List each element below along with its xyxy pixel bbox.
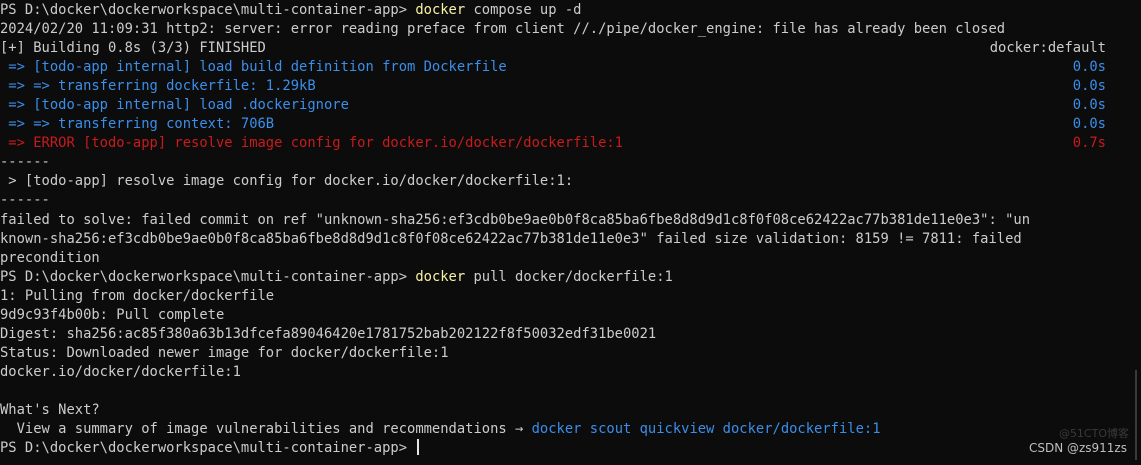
build-step: => [todo-app internal] load .dockerignor… — [0, 97, 349, 114]
build-error-line: => ERROR [todo-app] resolve image config… — [0, 134, 1141, 153]
command-args: compose up -d — [465, 2, 582, 18]
build-error-time: 0.7s — [1072, 135, 1106, 152]
command-name: docker — [415, 268, 466, 285]
text-cursor — [417, 439, 420, 456]
separator-line: ------ — [0, 192, 50, 209]
build-step-line: => [todo-app internal] load .dockerignor… — [0, 96, 1141, 115]
scrollbar[interactable] — [1135, 370, 1137, 460]
terminal-line: docker.io/docker/dockerfile:1 — [0, 363, 241, 380]
terminal-line: 9d9c93f4b00b: Pull complete — [0, 306, 225, 323]
terminal-window[interactable]: PS D:\docker\dockerworkspace\multi-conta… — [0, 0, 1141, 465]
terminal-line: PS D:\docker\dockerworkspace\multi-conta… — [0, 439, 1141, 458]
error-message-line: precondition — [0, 249, 100, 266]
build-step-time: 0.0s — [1072, 59, 1106, 76]
build-step: => => transferring context: 706B — [0, 116, 275, 133]
scout-command-link[interactable]: docker scout quickview docker/dockerfile… — [532, 421, 881, 437]
builder-name: docker:default — [989, 40, 1106, 57]
whats-next-heading: What's Next? — [0, 401, 100, 418]
terminal-line: 2024/02/20 11:09:31 http2: server: error… — [0, 21, 1006, 38]
terminal-line: 1: Pulling from docker/dockerfile — [0, 287, 275, 304]
command-args: pull docker/dockerfile:1 — [465, 268, 673, 285]
error-message-line: failed to solve: failed commit on ref "u… — [0, 211, 1030, 228]
terminal-line: > [todo-app] resolve image config for do… — [0, 173, 574, 190]
separator-line: ------ — [0, 154, 50, 171]
build-status: [+] Building 0.8s (3/3) FINISHED — [0, 40, 266, 57]
build-step-time: 0.0s — [1072, 97, 1106, 114]
terminal-line: View a summary of image vulnerabilities … — [0, 420, 1141, 439]
build-step-time: 0.0s — [1072, 78, 1106, 95]
terminal-line: Digest: sha256:ac85f380a63b13dfcefa89046… — [0, 325, 657, 342]
build-step-line: => => transferring context: 706B 0.0s — [0, 115, 1141, 134]
shell-prompt: PS D:\docker\dockerworkspace\multi-conta… — [0, 440, 416, 457]
build-step-line: => => transferring dockerfile: 1.29kB 0.0… — [0, 77, 1141, 96]
build-step: => => transferring dockerfile: 1.29kB — [0, 78, 316, 95]
build-step-line: => [todo-app internal] load build defini… — [0, 58, 1141, 77]
build-step-time: 0.0s — [1072, 116, 1106, 133]
terminal-line: Status: Downloaded newer image for docke… — [0, 344, 449, 361]
csdn-watermark: CSDN @zs911zs — [1028, 440, 1127, 455]
command-name: docker — [415, 2, 466, 18]
shell-prompt: PS D:\docker\dockerworkspace\multi-conta… — [0, 268, 416, 285]
hint-text: View a summary of image vulnerabilities … — [0, 421, 532, 438]
shell-prompt: PS D:\docker\dockerworkspace\multi-conta… — [0, 2, 416, 18]
build-step: => [todo-app internal] load build defini… — [0, 59, 507, 76]
build-error: => ERROR [todo-app] resolve image config… — [0, 135, 623, 152]
build-status-line: [+] Building 0.8s (3/3) FINISHED docker:d… — [0, 39, 1141, 58]
terminal-line: PS D:\docker\dockerworkspace\multi-conta… — [0, 268, 1141, 287]
terminal-line: PS D:\docker\dockerworkspace\multi-conta… — [0, 1, 1141, 20]
error-message-line: known-sha256:ef3cdb0be9ae0b0f8ca85ba6fbe… — [0, 230, 1022, 247]
